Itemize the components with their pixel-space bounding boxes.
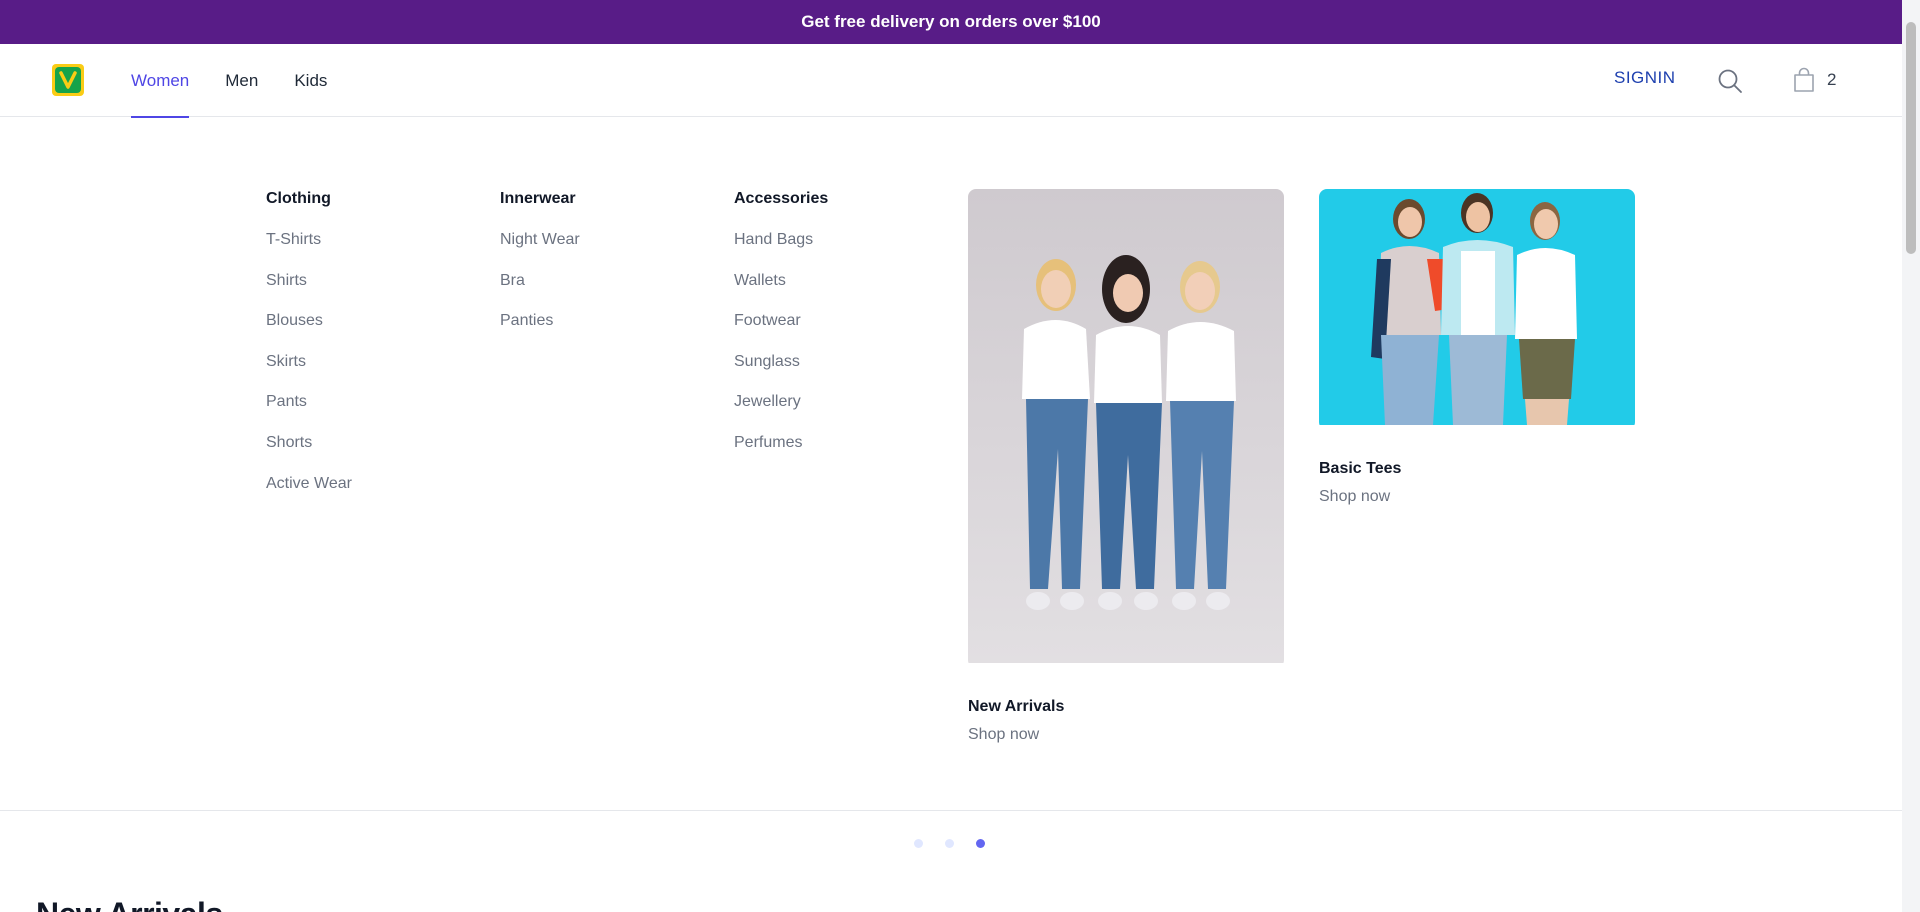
menu-link-blouses[interactable]: Blouses (266, 312, 352, 353)
menu-list: Night Wear Bra Panties (500, 231, 580, 353)
logo[interactable] (52, 64, 84, 96)
section-heading: New Arrivals (36, 896, 223, 912)
menu-list: T-Shirts Shirts Blouses Skirts Pants Sho… (266, 231, 352, 515)
nav-item-men[interactable]: Men (225, 44, 258, 117)
search-icon (1718, 69, 1742, 93)
menu-link-bra[interactable]: Bra (500, 272, 580, 313)
carousel-dot-3[interactable] (976, 839, 985, 848)
mega-menu: Clothing T-Shirts Shirts Blouses Skirts … (0, 118, 1902, 811)
shop-now-link[interactable]: Shop now (968, 726, 1284, 744)
menu-link-wallets[interactable]: Wallets (734, 272, 828, 313)
promo-image-basic-tees[interactable] (1319, 189, 1635, 430)
menu-link-perfumes[interactable]: Perfumes (734, 434, 828, 475)
three-women-jeans-photo (968, 189, 1284, 663)
menu-column-clothing: Clothing T-Shirts Shirts Blouses Skirts … (266, 190, 352, 515)
site-header: Women Men Kids SIGNIN 2 (0, 44, 1902, 118)
menu-link-t-shirts[interactable]: T-Shirts (266, 231, 352, 272)
main-nav: Women Men Kids (131, 44, 363, 118)
logo-mark (55, 67, 81, 93)
menu-link-skirts[interactable]: Skirts (266, 353, 352, 394)
search-button[interactable] (1717, 68, 1743, 94)
menu-link-panties[interactable]: Panties (500, 312, 580, 353)
menu-link-hand-bags[interactable]: Hand Bags (734, 231, 828, 272)
promo-title: New Arrivals (968, 698, 1065, 715)
signin-link[interactable]: SIGNIN (1614, 68, 1676, 88)
nav-item-women[interactable]: Women (131, 44, 190, 118)
three-women-tees-photo (1319, 189, 1635, 425)
promo-bar: Get free delivery on orders over $100 (0, 0, 1902, 44)
promo-image-new-arrivals[interactable] (968, 189, 1284, 668)
menu-column-title: Innerwear (500, 190, 576, 207)
cart-button[interactable]: 2 (1793, 66, 1836, 94)
menu-link-shorts[interactable]: Shorts (266, 434, 352, 475)
menu-link-active-wear[interactable]: Active Wear (266, 475, 352, 516)
menu-column-title: Accessories (734, 190, 829, 207)
menu-link-footwear[interactable]: Footwear (734, 312, 828, 353)
carousel-dot-1[interactable] (914, 839, 923, 848)
menu-link-night-wear[interactable]: Night Wear (500, 231, 580, 272)
nav-item-kids[interactable]: Kids (294, 44, 327, 117)
menu-link-jewellery[interactable]: Jewellery (734, 393, 828, 434)
promo-card-new-arrivals[interactable]: New Arrivals Shop now (968, 189, 1284, 744)
promo-bar-text: Get free delivery on orders over $100 (801, 12, 1101, 31)
shopping-bag-icon (1794, 67, 1814, 92)
nav-item-label: Kids (294, 70, 328, 90)
menu-link-pants[interactable]: Pants (266, 393, 352, 434)
shop-now-link[interactable]: Shop now (1319, 488, 1635, 506)
logo-v-icon (59, 71, 77, 89)
menu-column-accessories: Accessories Hand Bags Wallets Footwear S… (734, 190, 828, 475)
menu-list: Hand Bags Wallets Footwear Sunglass Jewe… (734, 231, 828, 475)
menu-link-sunglass[interactable]: Sunglass (734, 353, 828, 394)
scrollbar-thumb[interactable] (1906, 22, 1916, 254)
nav-item-label: Men (225, 70, 259, 90)
nav-item-label: Women (131, 70, 190, 90)
promo-card-basic-tees[interactable]: Basic Tees Shop now (1319, 189, 1635, 506)
menu-link-shirts[interactable]: Shirts (266, 272, 352, 313)
menu-column-innerwear: Innerwear Night Wear Bra Panties (500, 190, 580, 353)
menu-column-title: Clothing (266, 190, 331, 207)
promo-title: Basic Tees (1319, 460, 1402, 477)
page-scrollbar[interactable] (1902, 0, 1920, 912)
cart-count: 2 (1827, 70, 1837, 89)
carousel-dots (914, 839, 1007, 848)
carousel-dot-2[interactable] (945, 839, 954, 848)
